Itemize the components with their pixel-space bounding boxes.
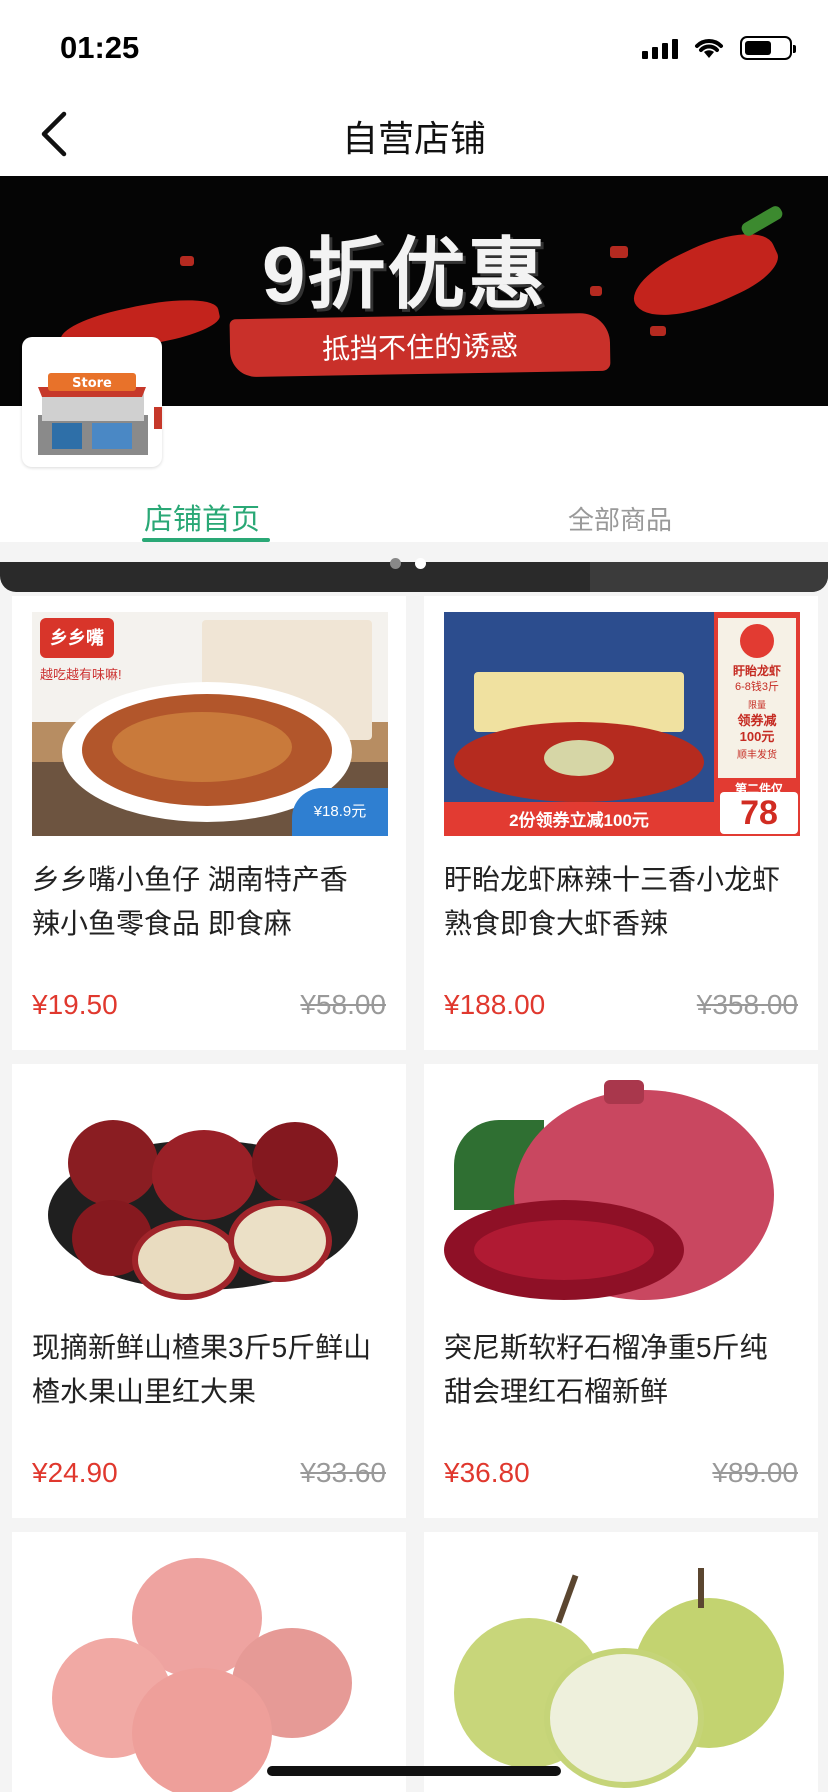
price-badge: ¥18.9元 [292, 788, 388, 836]
product-original-price: ¥89.00 [712, 1457, 798, 1488]
product-card[interactable]: 突尼斯软籽石榴净重5斤纯甜会理红石榴新鲜 ¥36.80 ¥89.00 [424, 1064, 818, 1518]
status-time: 01:25 [60, 30, 140, 65]
battery-icon [740, 36, 796, 60]
store-tabs: 店铺首页 全部商品 [0, 486, 828, 542]
carousel-dot-active[interactable] [415, 558, 426, 569]
product-card[interactable]: 盱眙龙虾 6-8钱3斤 限量 领券减 100元 顺丰发货 2份领券立减100元 … [424, 596, 818, 1050]
page-title: 自营店铺 [341, 118, 486, 159]
banner-subline-badge: 抵挡不住的诱惑 [229, 312, 611, 378]
carousel-dots [390, 558, 426, 569]
chili-stem-image [739, 203, 785, 239]
tab-all-products[interactable]: 全部商品 [568, 500, 672, 537]
product-image [32, 1548, 388, 1792]
chili-flake [610, 246, 628, 258]
home-indicator [267, 1766, 561, 1776]
product-image [444, 1548, 800, 1792]
product-card[interactable] [12, 1532, 406, 1792]
product-image [32, 1080, 388, 1304]
carousel-dot[interactable] [390, 558, 401, 569]
coupon-banner: 2份领券立减100元 [509, 811, 649, 830]
status-bar: 01:25 [0, 0, 828, 92]
product-image: 盱眙龙虾 6-8钱3斤 限量 领券减 100元 顺丰发货 2份领券立减100元 … [444, 612, 800, 836]
product-original-price: ¥358.00 [696, 989, 798, 1020]
product-title: 盱眙龙虾麻辣十三香小龙虾熟食即食大虾香辣 [444, 864, 781, 939]
product-original-price: ¥58.00 [300, 989, 386, 1020]
nav-bar: 自营店铺 [0, 92, 828, 176]
wifi-icon [695, 39, 723, 58]
brand-logo: 乡乡嘴 [40, 618, 114, 658]
product-title: 现摘新鲜山楂果3斤5斤鲜山楂水果山里红大果 [32, 1332, 372, 1407]
product-card[interactable] [424, 1532, 818, 1792]
store-front-icon: Store [38, 373, 162, 455]
brand-slogan: 越吃越有味嘛! [40, 667, 122, 682]
chili-pepper-image [624, 217, 786, 335]
signal-icon [642, 37, 678, 59]
store-logo: Store [22, 337, 162, 467]
product-price: ¥19.50 [32, 989, 118, 1020]
product-card[interactable]: 现摘新鲜山楂果3斤5斤鲜山楂水果山里红大果 ¥24.90 ¥33.60 [12, 1064, 406, 1518]
svg-text:Store: Store [72, 376, 112, 391]
product-price: ¥24.90 [32, 1457, 118, 1488]
chili-flake [180, 256, 194, 266]
active-tab-indicator [142, 538, 270, 542]
product-price: ¥188.00 [444, 989, 546, 1020]
banner-subline: 抵挡不住的诱惑 [321, 330, 519, 365]
product-original-price: ¥33.60 [300, 1457, 386, 1488]
banner-headline: 9折优惠 [262, 230, 548, 318]
product-title: 乡乡嘴小鱼仔 湖南特产香辣小鱼零食品 即食麻 [32, 864, 348, 939]
product-card[interactable]: 乡乡嘴 越吃越有味嘛! ¥18.9元 乡乡嘴小鱼仔 湖南特产香辣小鱼零食品 即食… [12, 596, 406, 1050]
status-icons [642, 36, 796, 60]
product-image [444, 1080, 800, 1304]
chili-flake [650, 326, 666, 336]
tab-store-home[interactable]: 店铺首页 [144, 496, 260, 538]
brand-seal-icon [740, 624, 774, 658]
product-price: ¥36.80 [444, 1457, 530, 1488]
product-image: 乡乡嘴 越吃越有味嘛! ¥18.9元 [32, 612, 388, 836]
second-item-price: 78 [720, 792, 798, 834]
chili-flake [590, 286, 602, 296]
product-title: 突尼斯软籽石榴净重5斤纯甜会理红石榴新鲜 [444, 1332, 768, 1407]
